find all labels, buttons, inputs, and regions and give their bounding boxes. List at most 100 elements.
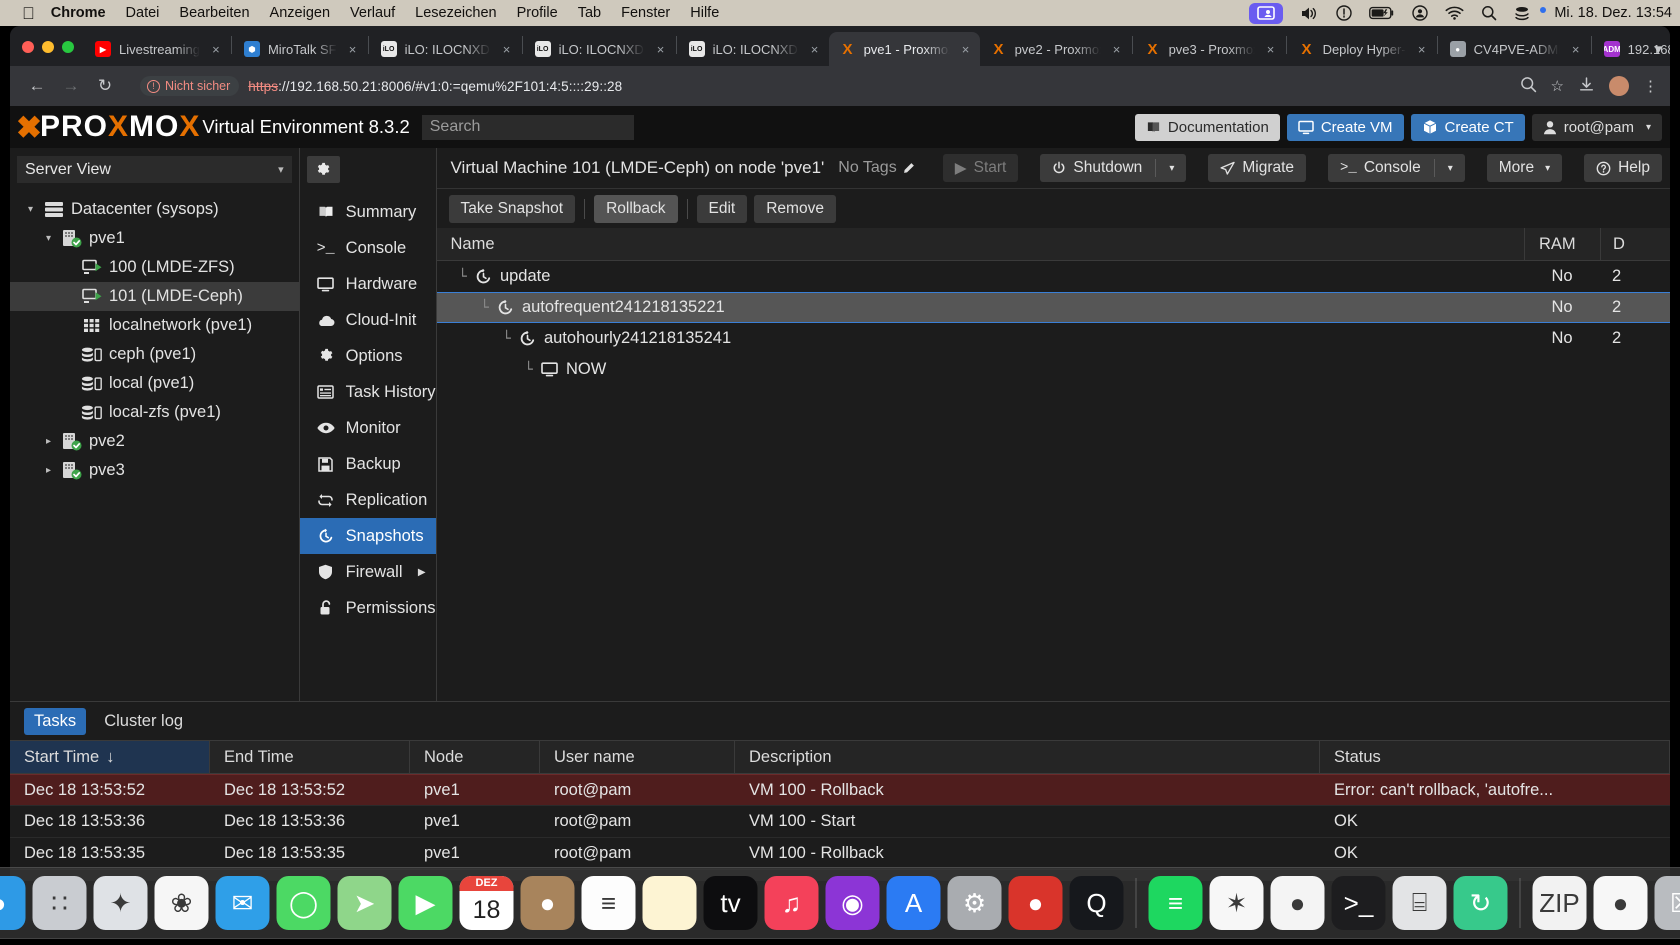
- tree-item-101-lmde-ceph[interactable]: 101 (LMDE-Ceph): [10, 282, 299, 311]
- vm-menu-console[interactable]: >_ Console: [300, 230, 436, 266]
- task-row[interactable]: Dec 18 13:53:35 Dec 18 13:53:35 pve1 root@p…: [10, 838, 1670, 870]
- vm-menu-snapshots[interactable]: Snapshots: [299, 518, 436, 554]
- close-tab-icon[interactable]: ×: [807, 42, 823, 57]
- close-tab-icon[interactable]: ×: [1109, 42, 1125, 57]
- documentation-button[interactable]: Documentation: [1134, 113, 1280, 141]
- vm-menu-firewall[interactable]: Firewall ▶: [300, 554, 436, 590]
- view-selector[interactable]: Server View ▾: [17, 156, 292, 183]
- spotlight-search-icon[interactable]: [1481, 5, 1497, 21]
- close-tab-icon[interactable]: ×: [208, 42, 224, 57]
- mac-clock[interactable]: Mi. 18. Dez. 13:54: [1554, 5, 1672, 21]
- calculator-icon[interactable]: ⌸: [1392, 876, 1447, 930]
- menu-chrome[interactable]: Chrome: [51, 5, 106, 21]
- browser-tab[interactable]: ● CV4PVE-ADMIN ×: [1439, 32, 1590, 66]
- finder-icon[interactable]: ◑: [0, 876, 26, 930]
- shutdown-button[interactable]: Shutdown ▾: [1040, 154, 1187, 182]
- notes-icon[interactable]: [642, 876, 697, 930]
- sync-icon[interactable]: ↻: [1453, 876, 1508, 930]
- tab-search-icon[interactable]: ▾: [1654, 40, 1662, 58]
- menu-verlauf[interactable]: Verlauf: [350, 5, 395, 21]
- contacts-icon[interactable]: ●: [520, 876, 575, 930]
- quicktime-icon[interactable]: Q: [1069, 876, 1124, 930]
- chrome-download-icon[interactable]: ●: [1593, 876, 1648, 930]
- calendar-icon[interactable]: DEZ 18: [459, 876, 514, 930]
- vlc-icon[interactable]: ✶: [1209, 876, 1264, 930]
- close-tab-icon[interactable]: ×: [653, 42, 669, 57]
- column-header-user-name[interactable]: User name: [540, 741, 735, 773]
- tree-item-ceph-pve1[interactable]: ceph (pve1): [10, 340, 299, 369]
- column-header-name[interactable]: Name: [437, 235, 1524, 254]
- column-header-end-time[interactable]: End Time: [210, 741, 410, 773]
- snapshot-row[interactable]: └ NOW: [437, 354, 1670, 385]
- browser-tab[interactable]: Xpve2 - Proxmox ×: [980, 32, 1131, 66]
- close-tab-icon[interactable]: ×: [1263, 42, 1279, 57]
- omnibox[interactable]: ! Nicht sicher https://192.168.50.21:800…: [130, 72, 1506, 100]
- menu-datei[interactable]: Datei: [126, 5, 160, 21]
- close-tab-icon[interactable]: ×: [1568, 42, 1584, 57]
- menu-hilfe[interactable]: Hilfe: [690, 5, 719, 21]
- chevron-right-icon[interactable]: ▸: [42, 436, 55, 447]
- chevron-down-icon[interactable]: ▾: [1444, 163, 1453, 174]
- search-input[interactable]: Search: [421, 114, 634, 140]
- vm-menu-task-history[interactable]: Task History: [300, 374, 436, 410]
- create-ct-button[interactable]: Create CT: [1410, 113, 1525, 141]
- edit-button[interactable]: Edit: [696, 194, 748, 223]
- chevron-down-icon[interactable]: ▾: [1165, 163, 1174, 174]
- tasks-tab-tasks[interactable]: Tasks: [24, 707, 87, 735]
- trash-icon[interactable]: ☒: [1654, 876, 1680, 930]
- chevron-down-icon[interactable]: ▾: [42, 233, 55, 244]
- tree-item-datacenter-sysops[interactable]: ▾ Datacenter (sysops): [10, 195, 299, 224]
- battery-icon[interactable]: [1369, 6, 1395, 20]
- task-row[interactable]: Dec 18 13:53:36 Dec 18 13:53:36 pve1 root@p…: [10, 806, 1670, 838]
- not-secure-badge[interactable]: ! Nicht sicher: [140, 76, 240, 96]
- music-icon[interactable]: ♫: [764, 876, 819, 930]
- minimize-window-button[interactable]: [42, 41, 54, 53]
- close-tab-icon[interactable]: ×: [499, 42, 515, 57]
- proxmox-logo[interactable]: ✖ PROXMOX: [16, 112, 200, 143]
- column-header-node[interactable]: Node: [410, 741, 540, 773]
- column-header-status[interactable]: Status: [1320, 741, 1670, 773]
- rollback-button[interactable]: Rollback: [594, 194, 678, 223]
- close-tab-icon[interactable]: ×: [958, 42, 974, 57]
- create-vm-button[interactable]: Create VM: [1286, 113, 1404, 141]
- launchpad-icon[interactable]: ∷: [32, 876, 87, 930]
- chevron-right-icon[interactable]: ▶: [418, 567, 426, 578]
- tree-settings-gear-button[interactable]: [306, 156, 340, 183]
- zip-file-icon[interactable]: ZIP: [1532, 876, 1587, 930]
- wifi-icon[interactable]: [1445, 6, 1464, 20]
- facetime-icon[interactable]: ▶: [398, 876, 453, 930]
- forward-button[interactable]: →: [56, 71, 86, 101]
- safari-icon[interactable]: ✦: [93, 876, 148, 930]
- vm-tags[interactable]: No Tags: [838, 159, 914, 177]
- tree-item-100-lmde-zfs[interactable]: 100 (LMDE-ZFS): [10, 253, 299, 282]
- browser-tab[interactable]: iLO iLO: ILOCNXDC ×: [370, 32, 521, 66]
- column-header-ram[interactable]: RAM: [1524, 228, 1600, 260]
- menu-bearbeiten[interactable]: Bearbeiten: [179, 5, 249, 21]
- snapshot-row[interactable]: └ autofrequent241218135221 No 2: [436, 292, 1670, 323]
- console-button[interactable]: >_ Console ▾: [1328, 154, 1465, 182]
- user-menu-button[interactable]: root@pam ▾: [1531, 113, 1662, 141]
- close-window-button[interactable]: [22, 41, 34, 53]
- screen-share-icon[interactable]: [1249, 2, 1284, 24]
- tree-item-pve3[interactable]: ▸ pve3: [10, 456, 299, 485]
- column-header-date[interactable]: D: [1600, 228, 1670, 260]
- start-button[interactable]: ▶ Start: [942, 154, 1019, 182]
- back-button[interactable]: ←: [22, 71, 52, 101]
- close-tab-icon[interactable]: ×: [1414, 42, 1430, 57]
- browser-tab[interactable]: iLO iLO: ILOCNXDC ×: [524, 32, 675, 66]
- stacks-icon[interactable]: [1514, 6, 1532, 21]
- maximize-window-button[interactable]: [62, 41, 74, 53]
- vm-menu-summary[interactable]: Summary: [300, 194, 436, 230]
- appstore-icon[interactable]: A: [886, 876, 941, 930]
- tree-item-localnetwork-pve1[interactable]: localnetwork (pve1): [10, 311, 299, 340]
- reminders-icon[interactable]: ≡: [581, 876, 636, 930]
- menu-profile[interactable]: Profile: [517, 5, 558, 21]
- snapshot-row[interactable]: └ autohourly241218135241 No 2: [437, 323, 1670, 354]
- tree-item-pve1[interactable]: ▾ pve1: [10, 224, 299, 253]
- menu-fenster[interactable]: Fenster: [621, 5, 670, 21]
- window-traffic-lights[interactable]: [10, 41, 84, 66]
- photos-icon[interactable]: ❀: [154, 876, 209, 930]
- control-warning-icon[interactable]: [1336, 5, 1353, 21]
- apple-menu-icon[interactable]: : [22, 5, 35, 22]
- browser-tab[interactable]: Xpve1 - Proxmox ×: [828, 32, 980, 66]
